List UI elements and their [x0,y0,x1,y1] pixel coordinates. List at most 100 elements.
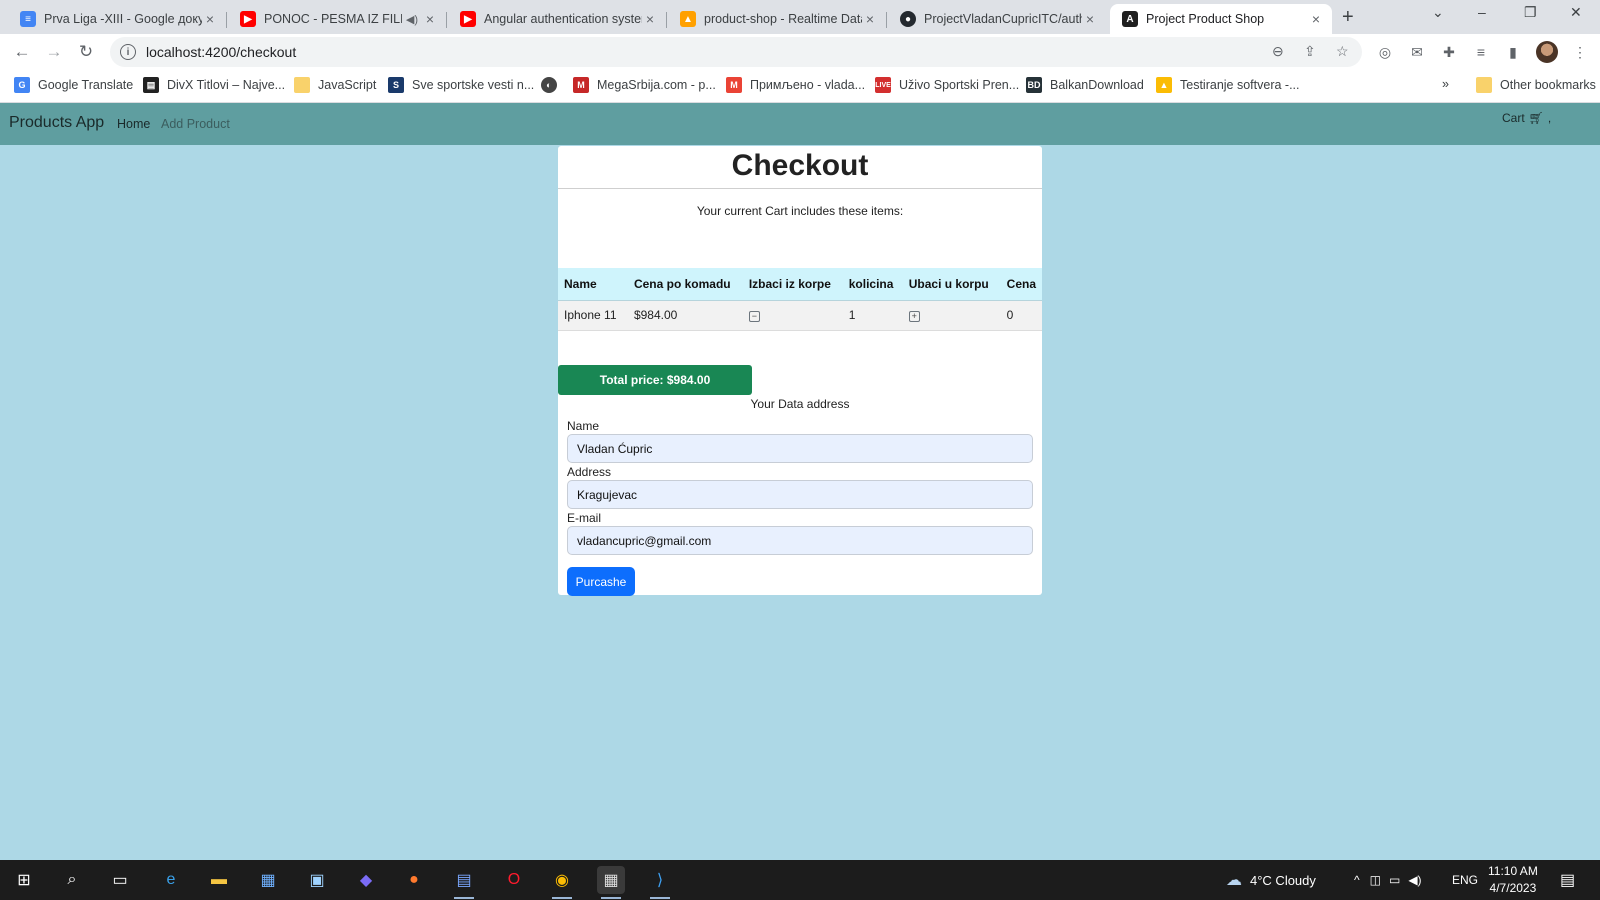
column-header: Cena [1000,268,1042,301]
forward-icon[interactable]: → [42,40,66,64]
minimize-window-icon[interactable]: – [1478,4,1486,20]
firefox-icon[interactable]: ● [400,866,428,894]
windows-start-icon[interactable]: ⊞ [10,866,38,894]
column-header: Cena po komadu [627,268,743,301]
notifications-icon[interactable]: ▤ [1560,860,1575,900]
add-to-cart-button[interactable]: + [908,311,920,322]
remove-cell: − [742,300,843,331]
close-tab-icon[interactable]: × [1308,11,1324,27]
back-icon[interactable]: ← [10,40,34,64]
folder-icon [294,77,310,93]
new-tab-button[interactable]: + [1342,6,1354,29]
bookmarks-overflow-icon[interactable]: » [1442,77,1449,91]
bookmark-star-icon[interactable]: ☆ [1336,43,1349,60]
close-tab-icon[interactable]: × [422,11,438,27]
item-unit-price: $984.00 [627,300,743,331]
cart-link[interactable]: Cart 🛒︎ , [1502,111,1551,125]
other-bookmarks[interactable]: Other bookmarks [1476,77,1596,93]
browser-tab-active[interactable]: A Project Product Shop × [1110,4,1332,34]
google-translate-icon: G [14,77,30,93]
angular-icon: A [1122,11,1138,27]
more-menu-icon[interactable]: ⋮ [1570,42,1590,62]
close-tab-icon[interactable]: × [642,11,658,27]
profile-avatar[interactable] [1536,41,1558,63]
bookmark-globe[interactable]: ◐ [541,77,565,93]
close-tab-icon[interactable]: × [202,11,218,27]
address-bar[interactable]: i localhost:4200/checkout [110,37,1362,67]
app-brand[interactable]: Products App [9,114,104,132]
cloud-icon: ☁ [1226,872,1242,889]
chrome-icon[interactable]: ◉ [548,866,576,899]
nav-add-product-link[interactable]: Add Product [161,117,230,131]
browser-tab-strip: ≡ Prva Liga -XIII - Google доку... × ▶ P… [0,0,1600,34]
bookmark-testiranje[interactable]: ▲ Testiranje softvera -... [1156,77,1300,93]
globe-icon: ◐ [541,77,557,93]
volume-icon[interactable]: ◀) [1408,873,1421,887]
address-field[interactable] [567,480,1033,509]
remove-from-cart-button[interactable]: − [748,311,760,322]
mail-icon[interactable]: ✉ [1407,42,1427,62]
close-tab-icon[interactable]: × [862,11,878,27]
extension-icon[interactable]: ◎ [1375,42,1395,62]
cart-intro-text: Your current Cart includes these items: [696,204,904,218]
clipchamp-icon[interactable]: ◆ [352,866,380,894]
browser-toolbar: ← → ↻ i localhost:4200/checkout ⊖ ⇪ ☆ ◎ … [0,34,1600,70]
bookmark-javascript[interactable]: JavaScript [294,77,376,93]
weather-widget[interactable]: ☁ 4°C Cloudy [1226,860,1316,900]
checkout-card: Checkout Your current Cart includes thes… [558,146,1042,596]
bookmark-balkandownload[interactable]: BD BalkanDownload [1026,77,1144,93]
bookmark-google-translate[interactable]: G Google Translate [14,77,133,93]
browser-tab[interactable]: ● ProjectVladanCupricITC/auth... × [888,4,1106,34]
chevron-up-icon[interactable]: ^ [1354,873,1360,887]
clapper-app-icon[interactable]: ▦ [597,866,625,899]
zoom-icon[interactable]: ⊖ [1272,43,1284,60]
tab-search-icon[interactable]: ⌄ [1432,4,1444,21]
bookmark-sport[interactable]: S Sve sportske vesti n... [388,77,534,93]
app-icon[interactable]: ▣ [303,866,331,894]
clock[interactable]: 11:10 AM 4/7/2023 [1488,860,1538,900]
file-explorer-icon[interactable]: ▬ [205,866,233,894]
nav-home-link[interactable]: Home [117,117,150,131]
table-header-row: Name Cena po komadu Izbaci iz korpe koli… [558,268,1042,301]
column-header: Izbaci iz korpe [742,268,843,301]
edge-icon[interactable]: e [157,866,185,894]
opera-icon[interactable]: O [500,866,528,894]
meet-icon[interactable]: ◫ [1370,873,1381,887]
task-view-icon[interactable]: ▭ [106,866,134,894]
column-header: Ubaci u korpu [902,268,1001,301]
bookmark-megasrbija[interactable]: M MegaSrbija.com - p... [573,77,716,93]
search-icon[interactable]: ⌕ [58,866,86,894]
save-app-icon[interactable]: ▤ [450,866,478,899]
purchase-button[interactable]: Purcashe [567,567,635,596]
close-window-icon[interactable]: ✕ [1570,4,1582,21]
site-info-icon[interactable]: i [120,44,136,60]
bookmark-divx[interactable]: ▤ DivX Titlovi – Najve... [143,77,285,93]
bookmark-uzivo[interactable]: LIVE Uživo Sportski Pren... [875,77,1019,93]
browser-tab[interactable]: ▶ Angular authentication syster... × [448,4,667,34]
add-cell: + [902,300,1001,331]
email-field[interactable] [567,526,1033,555]
close-tab-icon[interactable]: × [1082,11,1098,27]
vscode-icon[interactable]: ⟩ [646,866,674,899]
share-icon[interactable]: ⇪ [1304,43,1316,60]
extensions-puzzle-icon[interactable]: ✚ [1439,42,1459,62]
language-indicator[interactable]: ENG [1452,860,1478,900]
name-field[interactable] [567,434,1033,463]
tab-title: Prva Liga -XIII - Google доку... [44,12,202,26]
bookmark-gmail[interactable]: M Примљено - vlada... [726,77,865,93]
speaker-icon[interactable]: ◀) [406,13,418,26]
network-icon[interactable]: ▭ [1389,873,1400,887]
side-panel-icon[interactable]: ▮ [1503,42,1523,62]
browser-tab[interactable]: ▲ product-shop - Realtime Data... × [668,4,887,34]
item-name: Iphone 11 [558,300,628,331]
reload-icon[interactable]: ↻ [74,40,98,64]
reading-list-icon[interactable]: ≡ [1471,42,1491,62]
url-text[interactable]: localhost:4200/checkout [146,44,296,60]
browser-tab[interactable]: ▶ PONOC - PESMA IZ FILM... ◀) × [228,4,447,34]
store-icon[interactable]: ▦ [254,866,282,894]
tray-icons[interactable]: ^ ◫ ▭ ◀) [1354,860,1422,900]
item-price: 0 [1000,300,1042,331]
browser-tab[interactable]: ≡ Prva Liga -XIII - Google доку... × [8,4,227,34]
cart-icon: 🛒︎ [1528,111,1544,125]
restore-window-icon[interactable]: ❐ [1524,4,1537,21]
